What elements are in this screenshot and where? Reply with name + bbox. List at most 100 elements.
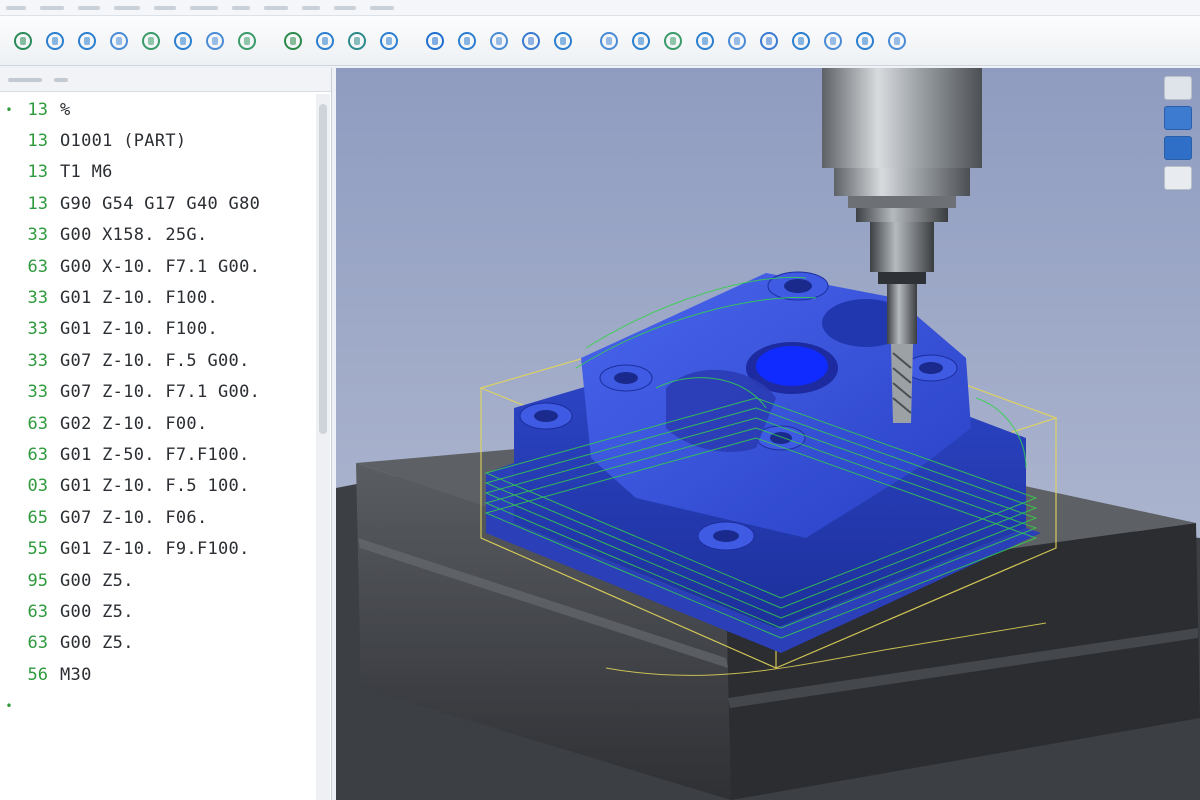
code-line[interactable]: 33 G01 Z-10. F100. <box>0 314 316 345</box>
editor-tab[interactable] <box>54 77 68 82</box>
code-line[interactable]: • <box>0 690 316 721</box>
line-number: 63 <box>27 444 48 465</box>
code-line[interactable]: 33 G00 X158. 25G. <box>0 220 316 251</box>
code-line[interactable]: 03 G01 Z-10. F.5 100. <box>0 471 316 502</box>
code-line[interactable]: 13 O1001 (PART) <box>0 125 316 156</box>
menu-item[interactable] <box>190 5 218 10</box>
open-file-button[interactable] <box>10 27 36 55</box>
pan-icon <box>664 31 682 50</box>
fit-view-button[interactable] <box>692 27 718 55</box>
verify-button[interactable] <box>312 27 338 55</box>
code-line[interactable]: 55 G01 Z-10. F9.F100. <box>0 533 316 564</box>
stock-icon <box>380 31 398 50</box>
stop-button[interactable] <box>518 27 544 55</box>
menu-item[interactable] <box>114 5 140 10</box>
redo-button[interactable] <box>106 27 132 55</box>
line-number: 56 <box>27 664 48 685</box>
stock-button[interactable] <box>376 27 402 55</box>
find-button[interactable] <box>234 27 260 55</box>
main-toolbar <box>0 16 1200 66</box>
line-marker: • <box>5 102 13 117</box>
code-line[interactable]: 65 G07 Z-10. F06. <box>0 502 316 533</box>
line-number: 13 <box>27 193 48 214</box>
zoom-button[interactable] <box>596 27 622 55</box>
gcode-text: G00 Z5. <box>60 570 134 591</box>
gcode-text: G07 Z-10. F7.1 G00. <box>60 382 261 403</box>
code-line[interactable]: 63 G01 Z-50. F7.F100. <box>0 439 316 470</box>
code-line[interactable]: 63 G00 Z5. <box>0 628 316 659</box>
menu-item[interactable] <box>40 5 64 10</box>
iso-view-button[interactable] <box>724 27 750 55</box>
gcode-text: G90 G54 G17 G40 G80 <box>60 193 261 214</box>
menu-item[interactable] <box>78 5 100 10</box>
view-tools-panel <box>1164 76 1194 190</box>
save-button[interactable] <box>42 27 68 55</box>
line-number: 33 <box>27 225 48 246</box>
menu-item[interactable] <box>370 5 394 10</box>
toolpath-button[interactable] <box>422 27 448 55</box>
gcode-text: G01 Z-10. F9.F100. <box>60 539 250 560</box>
section-button[interactable] <box>820 27 846 55</box>
code-line[interactable]: 13 T1 M6 <box>0 157 316 188</box>
copy-button[interactable] <box>170 27 196 55</box>
front-view-button[interactable] <box>788 27 814 55</box>
code-line[interactable]: 33 G07 Z-10. F.5 G00. <box>0 345 316 376</box>
front-view-icon <box>792 31 810 50</box>
simulation-viewport[interactable] <box>336 68 1200 800</box>
stop-icon <box>522 31 540 50</box>
simulate-button[interactable] <box>280 27 306 55</box>
step-button[interactable] <box>550 27 576 55</box>
editor-scrollbar[interactable] <box>316 94 330 800</box>
editor-header <box>0 68 331 92</box>
scrollbar-thumb[interactable] <box>319 104 327 434</box>
gcode-text: G01 Z-50. F7.F100. <box>60 444 250 465</box>
code-line[interactable]: 63 G02 Z-10. F00. <box>0 408 316 439</box>
measure-button[interactable] <box>852 27 878 55</box>
shaded-view-icon[interactable] <box>1164 106 1192 130</box>
tool-library-button[interactable] <box>344 27 370 55</box>
line-number: 63 <box>27 256 48 277</box>
paste-button[interactable] <box>202 27 228 55</box>
menu-item[interactable] <box>6 5 26 10</box>
line-number: 63 <box>27 601 48 622</box>
undo-icon <box>78 31 96 50</box>
top-view-button[interactable] <box>756 27 782 55</box>
paste-icon <box>206 31 224 50</box>
fit-view-icon <box>696 31 714 50</box>
code-line[interactable]: 33 G01 Z-10. F100. <box>0 282 316 313</box>
code-line[interactable]: 63 G00 X-10. F7.1 G00. <box>0 251 316 282</box>
play-button[interactable] <box>454 27 480 55</box>
gcode-text: G00 X158. 25G. <box>60 225 208 246</box>
menu-item[interactable] <box>302 5 320 10</box>
menu-item[interactable] <box>334 5 356 10</box>
gcode-text: G00 Z5. <box>60 633 134 654</box>
code-area[interactable]: • 13% 13 O1001 (PART) 13 T1 M6 13 G90 G54 G17 G… <box>0 94 316 800</box>
iso-view-icon <box>728 31 746 50</box>
menu-item[interactable] <box>154 5 176 10</box>
gcode-text: M30 <box>60 664 92 685</box>
wireframe-view-icon[interactable] <box>1164 136 1192 160</box>
rotate-button[interactable] <box>628 27 654 55</box>
code-line[interactable]: • 13% <box>0 94 316 125</box>
toolbar-separator <box>408 27 422 55</box>
cut-button[interactable] <box>138 27 164 55</box>
save-icon <box>46 31 64 50</box>
menu-item[interactable] <box>232 5 250 10</box>
code-line[interactable]: 56 M30 <box>0 659 316 690</box>
line-number: 33 <box>27 382 48 403</box>
gcode-text: G01 Z-10. F100. <box>60 288 219 309</box>
menu-item[interactable] <box>264 5 288 10</box>
code-line[interactable]: 63 G00 Z5. <box>0 596 316 627</box>
line-number: 63 <box>27 633 48 654</box>
pan-button[interactable] <box>660 27 686 55</box>
undo-button[interactable] <box>74 27 100 55</box>
view-cube-icon[interactable] <box>1164 76 1192 100</box>
pause-button[interactable] <box>486 27 512 55</box>
code-line[interactable]: 95 G00 Z5. <box>0 565 316 596</box>
code-line[interactable]: 33 G07 Z-10. F7.1 G00. <box>0 377 316 408</box>
settings-button[interactable] <box>884 27 910 55</box>
code-line[interactable]: 13 G90 G54 G17 G40 G80 <box>0 188 316 219</box>
gcode-text: G07 Z-10. F.5 G00. <box>60 350 250 371</box>
toolpath-display-icon[interactable] <box>1164 166 1192 190</box>
editor-tab[interactable] <box>8 77 42 82</box>
